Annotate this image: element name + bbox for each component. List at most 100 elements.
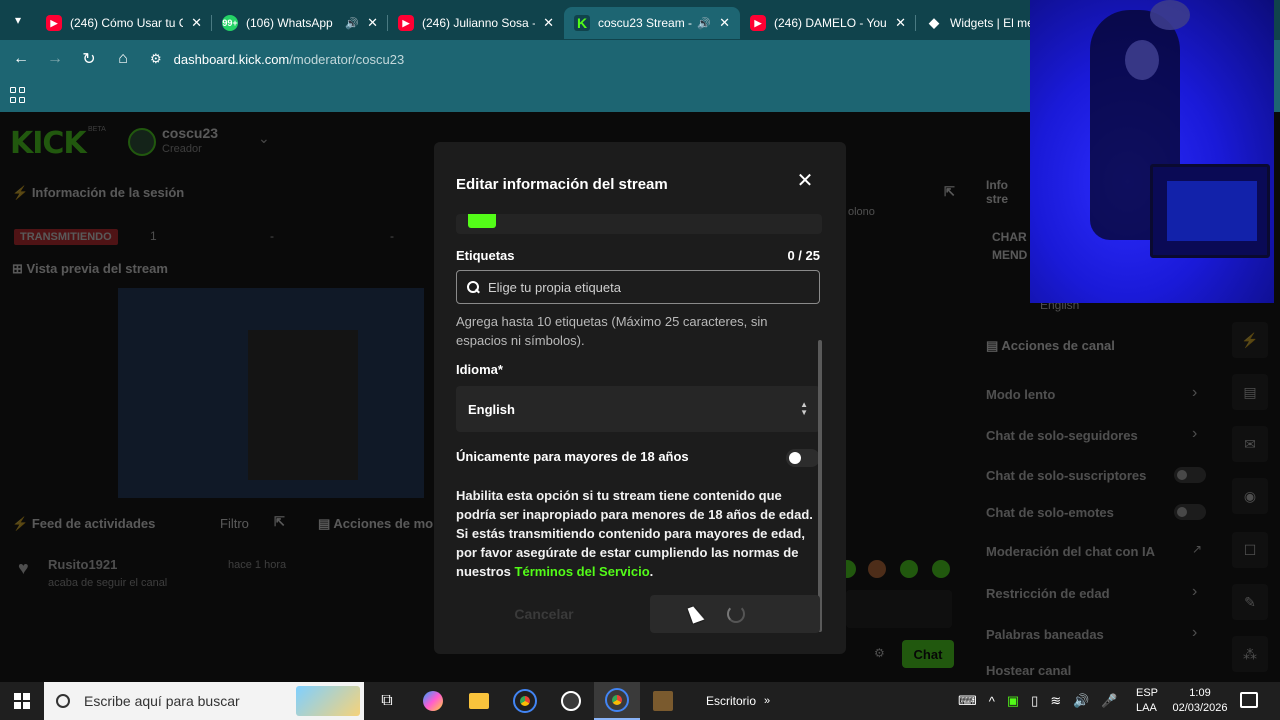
emote-icon[interactable]	[932, 560, 950, 578]
close-tab-icon[interactable]: ✕	[895, 15, 906, 31]
tags-input[interactable]	[488, 279, 808, 295]
settings-icon[interactable]: ⚙	[874, 646, 885, 660]
reload-icon[interactable]: ↻	[72, 42, 106, 76]
nodes-icon[interactable]: ⁂	[1232, 636, 1268, 672]
chevron-right-icon[interactable]: ›	[1192, 425, 1197, 443]
channel-action-subscribers-only[interactable]: Chat de solo-suscriptores	[986, 468, 1146, 483]
desktop-toolbar-label[interactable]: Escritorio	[706, 694, 756, 708]
chat-peek-text: olono	[848, 206, 875, 218]
minecraft-icon[interactable]	[640, 682, 686, 720]
speaker-icon[interactable]: 🔊	[345, 17, 359, 30]
notification-icon[interactable]	[1240, 692, 1258, 708]
channel-action-followers-only[interactable]: Chat de solo-seguidores	[986, 428, 1138, 443]
speaker-icon[interactable]: 🔊	[697, 17, 711, 30]
tags-input-wrapper[interactable]	[456, 270, 820, 304]
wrench-icon[interactable]: ✎	[1232, 584, 1268, 620]
cancel-button[interactable]: Cancelar	[456, 596, 632, 632]
stream-preview[interactable]	[118, 288, 424, 498]
emotes-only-toggle[interactable]	[1174, 504, 1206, 520]
terms-link[interactable]: Términos del Servicio	[515, 564, 650, 579]
beta-badge: BETA	[88, 126, 106, 133]
nvidia-icon[interactable]: ▣	[1007, 693, 1019, 709]
browser-tab-active[interactable]: K coscu23 Stream - 🔊 ✕	[564, 7, 740, 39]
avatar[interactable]	[128, 128, 156, 156]
channel-action-emotes-only[interactable]: Chat de solo-emotes	[986, 505, 1114, 520]
apps-grid-icon[interactable]	[10, 87, 26, 103]
wifi-icon[interactable]: ≋	[1050, 693, 1061, 709]
close-icon[interactable]: ✕	[796, 171, 814, 191]
chevron-up-icon[interactable]: ^	[989, 694, 995, 709]
subscribers-only-toggle[interactable]	[1174, 467, 1206, 483]
tab-title: (246) DAMELO - YouT	[774, 16, 888, 30]
volume-icon[interactable]: 🔊	[1073, 693, 1089, 709]
document-icon[interactable]: ▤	[1232, 374, 1268, 410]
microphone-icon[interactable]: 🎤	[1101, 693, 1117, 709]
chat-input[interactable]	[846, 590, 952, 628]
external-link-icon[interactable]: ↗	[1192, 542, 1202, 556]
category-strip[interactable]	[456, 214, 822, 234]
session-info-heading: ⚡ Información de la sesión	[12, 185, 185, 200]
broadcast-icon[interactable]: ◉	[1232, 478, 1268, 514]
emote-icon[interactable]	[868, 560, 886, 578]
task-view-icon[interactable]: ⧉	[364, 682, 410, 720]
usb-icon[interactable]: ▯	[1031, 693, 1038, 709]
obs-icon[interactable]	[548, 682, 594, 720]
home-icon[interactable]: ⌂	[106, 42, 140, 76]
browser-tab[interactable]: ▶ (246) DAMELO - YouT ✕	[740, 7, 916, 39]
chevron-right-icon[interactable]: ›	[1192, 624, 1197, 642]
modal-scrollbar[interactable]	[818, 340, 822, 632]
taskbar-search-placeholder: Escribe aquí para buscar	[84, 693, 240, 709]
save-button-loading[interactable]	[650, 595, 820, 633]
search-icon	[467, 281, 479, 293]
channel-action-age-restriction[interactable]: Restricción de edad	[986, 586, 1110, 601]
back-arrow-icon[interactable]: ←	[4, 42, 38, 76]
feed-user[interactable]: Rusito1921	[48, 557, 117, 572]
stat-value: -	[270, 229, 274, 243]
webcam-overlay	[1030, 0, 1274, 303]
chevron-right-icon[interactable]: ›	[1192, 384, 1197, 402]
popout-icon[interactable]: ⇱	[274, 514, 285, 530]
keyboard-icon[interactable]: ⌨	[958, 693, 977, 709]
loading-spinner-icon	[727, 605, 745, 623]
adult-content-toggle[interactable]	[786, 449, 820, 467]
channel-action-host[interactable]: Hostear canal	[986, 663, 1071, 678]
taskbar-search[interactable]: Escribe aquí para buscar	[44, 682, 364, 720]
lightning-icon[interactable]: ⚡	[1232, 322, 1268, 358]
chrome-icon-active[interactable]	[594, 682, 640, 720]
browser-tab[interactable]: ▶ (246) Cómo Usar tu C ✕	[36, 7, 212, 39]
windows-start-icon[interactable]	[0, 682, 44, 720]
channel-action-ai-moderation[interactable]: Moderación del chat con IA	[986, 544, 1155, 559]
input-language[interactable]: ESP LAA	[1136, 686, 1158, 716]
language-select[interactable]: English ▲ ▼	[456, 386, 820, 432]
chat-send-button[interactable]: Chat	[902, 640, 954, 668]
browser-tab[interactable]: 99+ (106) WhatsApp 🔊 ✕	[212, 7, 388, 39]
site-settings-icon[interactable]: ⚙	[150, 51, 162, 67]
close-tab-icon[interactable]: ✕	[543, 15, 554, 31]
popout-icon[interactable]: ⇱	[944, 184, 955, 200]
close-tab-icon[interactable]: ✕	[719, 15, 730, 31]
tab-title: (246) Cómo Usar tu C	[70, 16, 184, 30]
chat-bubble-icon[interactable]: ✉	[1232, 426, 1268, 462]
feed-filter-button[interactable]: Filtro	[220, 516, 249, 531]
file-explorer-icon[interactable]	[456, 682, 502, 720]
robot-icon[interactable]: ☐	[1232, 532, 1268, 568]
chevron-right-icon[interactable]: ›	[1192, 583, 1197, 601]
url-field[interactable]: ⚙ dashboard.kick.com/moderator/coscu23	[150, 51, 404, 67]
close-tab-icon[interactable]: ✕	[191, 15, 202, 31]
browser-tab[interactable]: ▶ (246) Julianno Sosa - ✕	[388, 7, 564, 39]
tab-search-chevron-icon[interactable]: ▾	[0, 0, 36, 40]
clock[interactable]: 1:09 02/03/2026	[1168, 686, 1232, 716]
emote-icon[interactable]	[900, 560, 918, 578]
chrome-icon[interactable]	[502, 682, 548, 720]
stat-value: -	[390, 229, 394, 243]
channel-action-slow-mode[interactable]: Modo lento	[986, 387, 1055, 402]
channel-action-banned-words[interactable]: Palabras baneadas	[986, 627, 1104, 642]
close-tab-icon[interactable]: ✕	[367, 15, 378, 31]
language-value: English	[468, 401, 515, 417]
kick-logo[interactable]: KICK	[10, 126, 87, 161]
forward-arrow-icon[interactable]: →	[38, 42, 72, 76]
chevron-double-right-icon[interactable]: »	[764, 695, 770, 707]
heart-icon: ♥	[18, 558, 29, 578]
chevron-down-icon[interactable]: ⌄	[258, 130, 270, 147]
copilot-icon[interactable]	[410, 682, 456, 720]
